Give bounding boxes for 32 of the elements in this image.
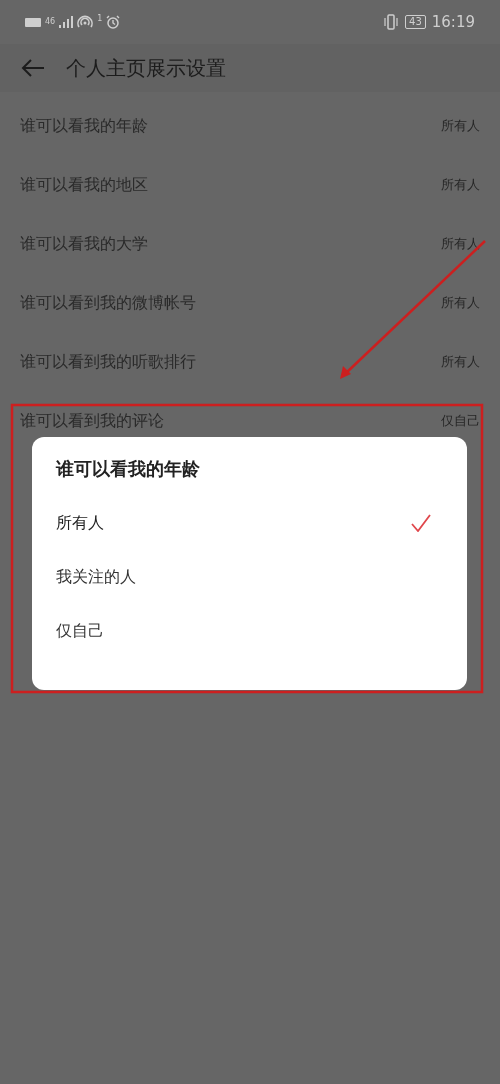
setting-value: 仅自己 (441, 411, 480, 430)
settings-row[interactable]: 谁可以看到我的微博帐号 所有人 (0, 273, 500, 332)
setting-value: 所有人 (441, 352, 480, 371)
hotspot-count: 1 (97, 15, 103, 23)
hotspot-icon (77, 15, 94, 29)
settings-row[interactable]: 谁可以看到我的听歌排行 所有人 (0, 332, 500, 391)
settings-row[interactable]: 谁可以看我的年龄 所有人 (0, 96, 500, 155)
vibrate-icon (383, 14, 400, 30)
page-title: 个人主页展示设置 (66, 55, 226, 82)
setting-value: 所有人 (441, 175, 480, 194)
setting-value: 所有人 (441, 293, 480, 312)
dialog-title: 谁可以看我的年龄 (56, 457, 201, 481)
option-item[interactable]: 我关注的人 (56, 550, 443, 604)
setting-label: 谁可以看我的地区 (20, 173, 148, 196)
check-icon (411, 514, 431, 532)
setting-label: 谁可以看到我的评论 (20, 409, 164, 432)
settings-row[interactable]: 谁可以看我的地区 所有人 (0, 155, 500, 214)
settings-row[interactable]: 谁可以看我的大学 所有人 (0, 214, 500, 273)
setting-label: 谁可以看到我的微博帐号 (20, 291, 196, 314)
option-item[interactable]: 仅自己 (56, 604, 443, 658)
battery-level: 43 (405, 15, 426, 29)
network-type: 46 (45, 18, 56, 26)
setting-value: 所有人 (441, 116, 480, 135)
setting-label: 谁可以看我的大学 (20, 232, 148, 255)
setting-label: 谁可以看到我的听歌排行 (20, 350, 196, 373)
setting-label: 谁可以看我的年龄 (20, 114, 148, 137)
setting-value: 所有人 (441, 234, 480, 253)
option-item[interactable]: 所有人 (56, 496, 443, 550)
clock: 16:19 (431, 14, 475, 30)
back-icon[interactable] (20, 58, 46, 78)
alarm-icon (106, 15, 121, 29)
signal-icon (59, 16, 74, 28)
